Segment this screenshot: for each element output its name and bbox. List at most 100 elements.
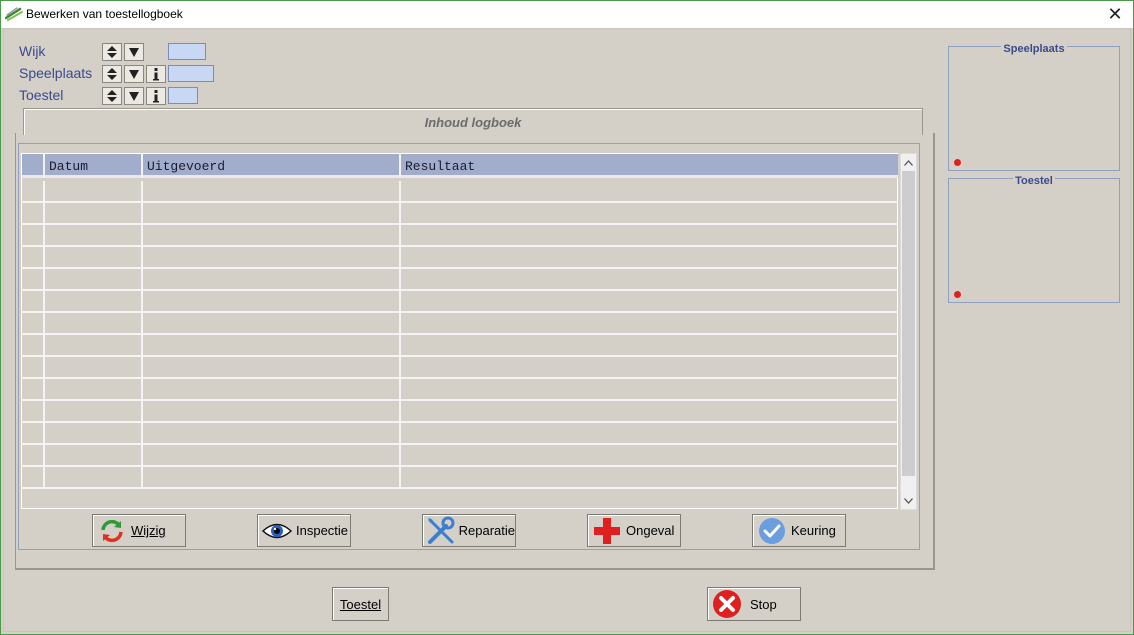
table-cell[interactable]: [401, 181, 898, 203]
scroll-down-icon[interactable]: [901, 492, 916, 509]
table-cell[interactable]: [45, 423, 143, 445]
table-cell[interactable]: [401, 203, 898, 225]
wijk-value-field[interactable]: [168, 43, 206, 60]
table-row[interactable]: [22, 269, 898, 291]
table-cell[interactable]: [143, 269, 401, 291]
table-row[interactable]: [22, 357, 898, 379]
table-cell[interactable]: [143, 181, 401, 203]
table-cell[interactable]: [401, 225, 898, 247]
table-cell[interactable]: [45, 313, 143, 335]
table-cell[interactable]: [401, 379, 898, 401]
column-header-resultaat[interactable]: Resultaat: [401, 154, 898, 178]
logbook-grid[interactable]: Datum Uitgevoerd Resultaat: [21, 153, 898, 509]
table-cell[interactable]: [401, 445, 898, 467]
table-cell[interactable]: [143, 203, 401, 225]
toestel-value-field[interactable]: [168, 87, 198, 104]
table-row[interactable]: [22, 247, 898, 269]
table-cell[interactable]: [143, 247, 401, 269]
row-indicator-cell[interactable]: [22, 423, 45, 445]
table-cell[interactable]: [143, 357, 401, 379]
row-indicator-cell[interactable]: [22, 247, 45, 269]
speelplaats-up-down-spinner[interactable]: [102, 65, 122, 83]
grid-scrollbar[interactable]: [900, 153, 917, 510]
table-cell[interactable]: [143, 313, 401, 335]
row-indicator-cell[interactable]: [22, 291, 45, 313]
toestel-dropdown-button[interactable]: [124, 87, 144, 105]
row-indicator-cell[interactable]: [22, 467, 45, 489]
table-cell[interactable]: [45, 291, 143, 313]
table-cell[interactable]: [401, 401, 898, 423]
inspectie-button[interactable]: Inspectie: [257, 514, 351, 547]
row-indicator-cell[interactable]: [22, 313, 45, 335]
table-row[interactable]: [22, 225, 898, 247]
table-cell[interactable]: [45, 467, 143, 489]
close-icon[interactable]: ✕: [1097, 1, 1133, 28]
table-row[interactable]: [22, 445, 898, 467]
speelplaats-info-button[interactable]: [146, 65, 166, 83]
speelplaats-group: Speelplaats: [948, 43, 1120, 171]
table-cell[interactable]: [45, 379, 143, 401]
scroll-thumb[interactable]: [902, 171, 915, 476]
reparatie-button[interactable]: Reparatie: [422, 514, 516, 547]
table-row[interactable]: [22, 313, 898, 335]
row-indicator-cell[interactable]: [22, 225, 45, 247]
tab-inhoud-logboek[interactable]: Inhoud logboek: [23, 108, 923, 135]
stop-button[interactable]: Stop: [707, 587, 801, 621]
wijk-dropdown-button[interactable]: [124, 43, 144, 61]
table-cell[interactable]: [45, 445, 143, 467]
table-cell[interactable]: [143, 225, 401, 247]
row-indicator-cell[interactable]: [22, 335, 45, 357]
wijzig-button[interactable]: Wijzig: [92, 514, 186, 547]
toestel-up-down-spinner[interactable]: [102, 87, 122, 105]
table-cell[interactable]: [45, 247, 143, 269]
wijk-up-down-spinner[interactable]: [102, 43, 122, 61]
table-cell[interactable]: [401, 313, 898, 335]
table-cell[interactable]: [45, 401, 143, 423]
table-cell[interactable]: [401, 423, 898, 445]
row-indicator-cell[interactable]: [22, 203, 45, 225]
table-row[interactable]: [22, 291, 898, 313]
table-cell[interactable]: [143, 379, 401, 401]
speelplaats-dropdown-button[interactable]: [124, 65, 144, 83]
table-cell[interactable]: [401, 291, 898, 313]
red-cross-icon: [590, 516, 624, 546]
column-header-datum[interactable]: Datum: [45, 154, 143, 178]
row-indicator-cell[interactable]: [22, 445, 45, 467]
table-cell[interactable]: [143, 467, 401, 489]
table-cell[interactable]: [143, 401, 401, 423]
table-row[interactable]: [22, 423, 898, 445]
table-cell[interactable]: [45, 269, 143, 291]
table-cell[interactable]: [143, 445, 401, 467]
toestel-info-button[interactable]: [146, 87, 166, 105]
table-row[interactable]: [22, 335, 898, 357]
row-indicator-cell[interactable]: [22, 181, 45, 203]
row-indicator-cell[interactable]: [22, 401, 45, 423]
ongeval-button[interactable]: Ongeval: [587, 514, 681, 547]
table-cell[interactable]: [401, 467, 898, 489]
table-cell[interactable]: [45, 181, 143, 203]
toestel-button[interactable]: Toestel: [332, 587, 389, 621]
row-indicator-cell[interactable]: [22, 379, 45, 401]
table-cell[interactable]: [143, 423, 401, 445]
keuring-button[interactable]: Keuring: [752, 514, 846, 547]
table-cell[interactable]: [45, 225, 143, 247]
table-cell[interactable]: [45, 203, 143, 225]
table-row[interactable]: [22, 379, 898, 401]
table-cell[interactable]: [401, 269, 898, 291]
row-indicator-cell[interactable]: [22, 357, 45, 379]
table-cell[interactable]: [143, 335, 401, 357]
table-cell[interactable]: [401, 247, 898, 269]
speelplaats-value-field[interactable]: [168, 65, 214, 82]
table-cell[interactable]: [401, 335, 898, 357]
table-cell[interactable]: [45, 335, 143, 357]
table-row[interactable]: [22, 203, 898, 225]
table-cell[interactable]: [45, 357, 143, 379]
table-row[interactable]: [22, 401, 898, 423]
row-indicator-cell[interactable]: [22, 269, 45, 291]
table-row[interactable]: [22, 467, 898, 489]
table-cell[interactable]: [401, 357, 898, 379]
scroll-up-icon[interactable]: [901, 154, 916, 171]
table-cell[interactable]: [143, 291, 401, 313]
column-header-uitgevoerd[interactable]: Uitgevoerd: [143, 154, 401, 178]
table-row[interactable]: [22, 181, 898, 203]
